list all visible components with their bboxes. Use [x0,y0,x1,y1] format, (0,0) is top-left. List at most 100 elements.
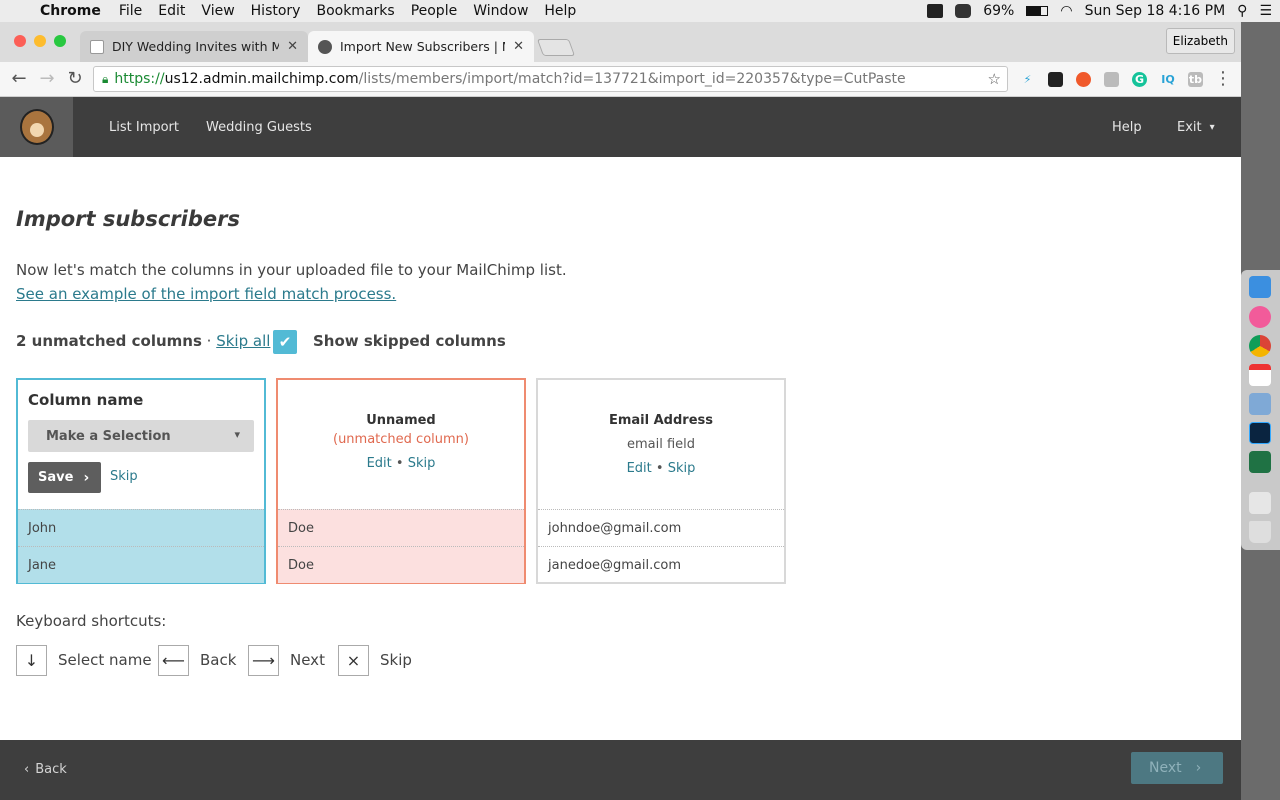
chrome-icon[interactable] [1249,335,1271,357]
nav-list-import[interactable]: List Import [109,97,179,157]
save-label: Save [38,470,74,485]
close-tab-icon[interactable]: ✕ [287,39,298,54]
chevron-right-icon: › [1195,760,1202,776]
shortcut-label-select-name: Select name [58,651,152,669]
dropbox-icon[interactable] [927,4,944,18]
back-button[interactable]: ‹ Back [24,762,67,777]
evernote-icon[interactable] [955,4,972,18]
nav-exit[interactable]: Exit ▾ [1177,97,1215,157]
tab-import-new-subscribers[interactable]: Import New Subscribers | Mailc ✕ [308,31,534,62]
separator: · [201,332,217,350]
spotlight-search-icon[interactable]: ⚲ [1237,3,1247,19]
exit-label: Exit [1177,119,1202,135]
menu-people[interactable]: People [411,3,458,19]
edit-column-link[interactable]: Edit [367,456,392,471]
column-title: Unnamed [366,413,436,428]
trash-icon[interactable] [1249,521,1271,543]
itunes-icon[interactable] [1249,306,1271,328]
column-actions: Edit • Skip [278,456,524,471]
preview-icon[interactable] [1249,393,1271,415]
reload-icon[interactable]: ↻ [64,68,86,89]
shortcut-label-skip: Skip [380,651,412,669]
menu-file[interactable]: File [119,3,142,19]
column-status: email field [626,437,696,452]
column-status: (unmatched column) [333,432,469,447]
excel-icon[interactable] [1249,451,1271,473]
browser-toolbar: ← → ↻ 🔒︎ https:// us12.admin.mailchimp.c… [0,62,1241,97]
column-name-label: Column name [28,391,144,409]
menu-history[interactable]: History [251,3,301,19]
skip-column-link[interactable]: Skip [408,456,436,471]
address-bar[interactable]: 🔒︎ https:// us12.admin.mailchimp.com /li… [93,66,1008,92]
zoom-window-button[interactable] [54,35,66,47]
downloads-stack-icon[interactable] [1249,492,1271,514]
extension-bear-icon[interactable] [1104,72,1119,87]
shortcut-label-next: Next [290,651,325,669]
extension-fire-icon[interactable] [1076,72,1091,87]
column-title: Email Address [608,413,713,428]
battery-percent[interactable]: 69% [983,3,1014,19]
finder-icon[interactable] [1249,276,1271,298]
extension-feather-icon[interactable]: ⚡︎ [1020,72,1035,87]
chevron-down-icon: ▾ [234,428,240,441]
url-path: /lists/members/import/match?id=137721&im… [358,71,906,87]
tab-diy-wedding-invites[interactable]: DIY Wedding Invites with Mailc ✕ [80,31,308,62]
battery-icon[interactable] [1026,6,1049,16]
field-select[interactable]: Make a Selection ▾ [28,420,254,452]
calendar-icon[interactable] [1249,364,1271,386]
bookmark-star-icon[interactable]: ☆ [988,70,1001,88]
nav-help[interactable]: Help [1112,97,1142,157]
photoshop-icon[interactable] [1249,422,1271,444]
column-card-head: Email Address email field Edit • Skip [538,380,784,509]
close-window-button[interactable] [14,35,26,47]
next-label: Next [1149,760,1182,776]
show-skipped-checkbox[interactable]: ✔ [273,330,297,354]
skip-column-link[interactable]: Skip [110,469,138,484]
new-tab-button[interactable] [536,39,576,56]
menu-view[interactable]: View [201,3,234,19]
extension-owl-icon[interactable] [1048,72,1063,87]
page-title: Import subscribers [16,207,240,231]
extension-tb-icon[interactable]: tb [1188,72,1203,87]
notification-center-icon[interactable]: ☰ [1259,3,1272,19]
menubar-clock[interactable]: Sun Sep 18 4:16 PM [1085,3,1226,19]
mailchimp-logo[interactable] [0,97,73,157]
forward-arrow-icon[interactable]: → [36,68,58,89]
column-card-head: Column name Make a Selection ▾ Save › Sk… [18,380,264,509]
wifi-icon[interactable]: ◠ [1060,3,1072,19]
column-card-head: Unnamed (unmatched column) Edit • Skip [278,380,524,509]
skip-all-link[interactable]: Skip all [216,332,270,350]
table-row: Jane [18,546,264,583]
menu-window[interactable]: Window [473,3,528,19]
close-tab-icon[interactable]: ✕ [513,39,524,54]
example-link[interactable]: See an example of the import field match… [16,285,396,303]
back-arrow-icon[interactable]: ← [8,68,30,89]
nav-wedding-guests[interactable]: Wedding Guests [206,97,312,157]
menu-help[interactable]: Help [544,3,576,19]
column-actions: Edit • Skip [538,461,784,476]
chrome-window: DIY Wedding Invites with Mailc ✕ Import … [0,22,1241,800]
column-card-email: Email Address email field Edit • Skip jo… [536,378,786,584]
skip-column-link[interactable]: Skip [668,461,696,476]
profile-button[interactable]: Elizabeth [1165,28,1235,54]
next-button[interactable]: Next › [1131,752,1223,784]
table-row: Doe [278,546,524,583]
extension-iq-icon[interactable]: IQ [1158,72,1178,87]
shortcut-label-back: Back [200,651,237,669]
key-down-arrow-icon: ↓ [16,645,47,676]
chrome-menu-icon[interactable]: ⋮ [1212,68,1234,89]
menu-bookmarks[interactable]: Bookmarks [316,3,394,19]
field-select-value: Make a Selection [46,428,171,444]
minimize-window-button[interactable] [34,35,46,47]
menu-edit[interactable]: Edit [158,3,185,19]
extension-grammarly-icon[interactable]: G [1132,72,1147,87]
bullet-separator: • [655,461,664,476]
menu-app-name[interactable]: Chrome [40,3,101,19]
tab-title: Import New Subscribers | Mailc [340,39,505,54]
edit-column-link[interactable]: Edit [627,461,652,476]
mailchimp-favicon-icon [318,39,332,54]
table-row: Doe [278,509,524,546]
show-skipped-label[interactable]: Show skipped columns [313,332,506,350]
save-button[interactable]: Save › [28,462,101,493]
column-card-editing: Column name Make a Selection ▾ Save › Sk… [16,378,266,584]
